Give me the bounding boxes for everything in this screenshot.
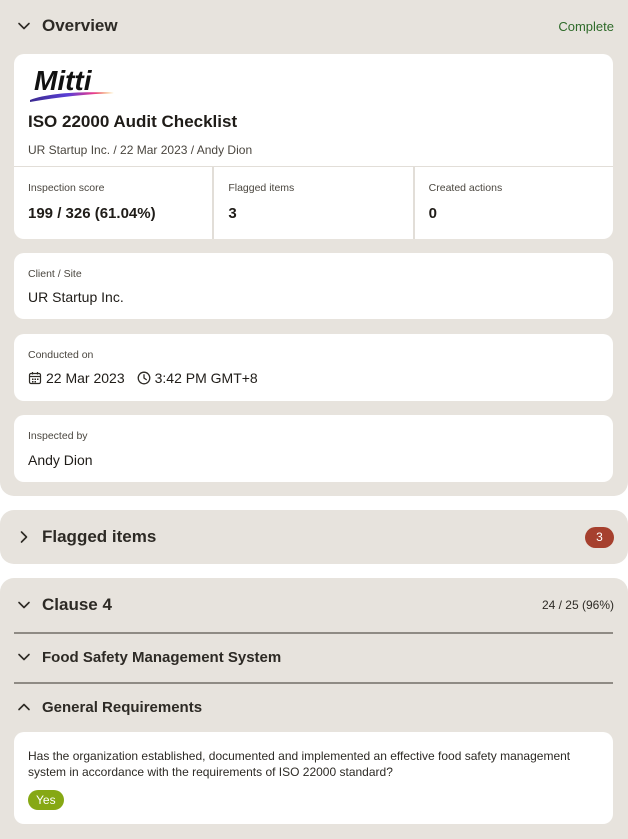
overview-title: Overview xyxy=(42,16,118,35)
subsubsection-title: General Requirements xyxy=(42,698,203,716)
calendar-icon xyxy=(28,371,42,385)
conducted-on-card: Conducted on 22 Mar 2023 3:42 PM GMT+8 xyxy=(14,334,613,401)
status-badge: Complete xyxy=(558,18,614,34)
report-meta: UR Startup Inc. / 22 Mar 2023 / Andy Dio… xyxy=(28,143,253,157)
question-text: Has the organization established, docume… xyxy=(28,749,571,779)
chevron-down-icon[interactable] xyxy=(14,647,34,667)
report-title: ISO 22000 Audit Checklist xyxy=(28,112,238,131)
client-site-label: Client / Site xyxy=(28,268,82,280)
conducted-time: 3:42 PM GMT+8 xyxy=(154,370,258,386)
answer-badge[interactable]: Yes xyxy=(28,790,64,810)
clause-score: 24 / 25 (96%) xyxy=(541,598,614,612)
stat-value: 0 xyxy=(428,205,437,222)
subsection-header[interactable]: Food Safety Management System xyxy=(14,645,614,669)
client-site-card: Client / Site UR Startup Inc. xyxy=(14,253,613,319)
report-card: Mitti ISO 22000 Audit Checklist UR Start… xyxy=(14,54,613,239)
conducted-on-value: 22 Mar 2023 3:42 PM GMT+8 xyxy=(28,370,258,386)
stat-inspection-score: Inspection score 199 / 326 (61.04%) xyxy=(14,167,215,239)
clause-title: Clause 4 xyxy=(42,595,112,614)
flagged-count-badge: 3 xyxy=(585,526,614,548)
stat-value: 199 / 326 (61.04%) xyxy=(28,205,156,222)
subsection-title: Food Safety Management System xyxy=(42,648,282,666)
conducted-date: 22 Mar 2023 xyxy=(46,370,125,386)
flagged-items-title: Flagged items xyxy=(42,527,157,546)
stat-label: Inspection score xyxy=(28,182,105,194)
stat-value: 3 xyxy=(228,205,237,222)
inspected-by-card: Inspected by Andy Dion xyxy=(14,415,613,482)
stat-created-actions[interactable]: Created actions 0 xyxy=(415,167,613,239)
company-logo: Mitti xyxy=(28,65,120,104)
divider xyxy=(14,632,613,634)
clause-section: Clause 4 24 / 25 (96%) Food Safety Manag… xyxy=(0,578,628,839)
stat-label: Flagged items xyxy=(228,182,295,194)
overview-header[interactable]: Overview Complete xyxy=(14,14,614,38)
client-site-value: UR Startup Inc. xyxy=(28,289,124,305)
inspected-by-label: Inspected by xyxy=(28,430,88,442)
question-card: Has the organization established, docume… xyxy=(14,732,613,824)
stat-label: Created actions xyxy=(428,182,503,194)
flagged-items-section[interactable]: Flagged items 3 xyxy=(0,510,628,564)
overview-section: Overview Complete Mitti ISO 22000 Audit … xyxy=(0,0,628,496)
stats-row: Inspection score 199 / 326 (61.04%) Flag… xyxy=(14,166,613,239)
divider xyxy=(14,682,613,684)
flagged-items-header[interactable]: Flagged items 3 xyxy=(14,525,614,549)
svg-text:Mitti: Mitti xyxy=(34,66,93,96)
subsubsection-header[interactable]: General Requirements xyxy=(14,695,614,719)
stat-flagged-items[interactable]: Flagged items 3 xyxy=(214,167,415,239)
chevron-down-icon[interactable] xyxy=(14,16,34,36)
chevron-down-icon[interactable] xyxy=(14,595,34,615)
inspected-by-value: Andy Dion xyxy=(28,452,93,468)
chevron-up-icon[interactable] xyxy=(14,697,34,717)
clock-icon xyxy=(137,371,151,385)
chevron-right-icon[interactable] xyxy=(14,527,34,547)
conducted-on-label: Conducted on xyxy=(28,349,94,361)
clause-header[interactable]: Clause 4 24 / 25 (96%) xyxy=(14,593,614,617)
